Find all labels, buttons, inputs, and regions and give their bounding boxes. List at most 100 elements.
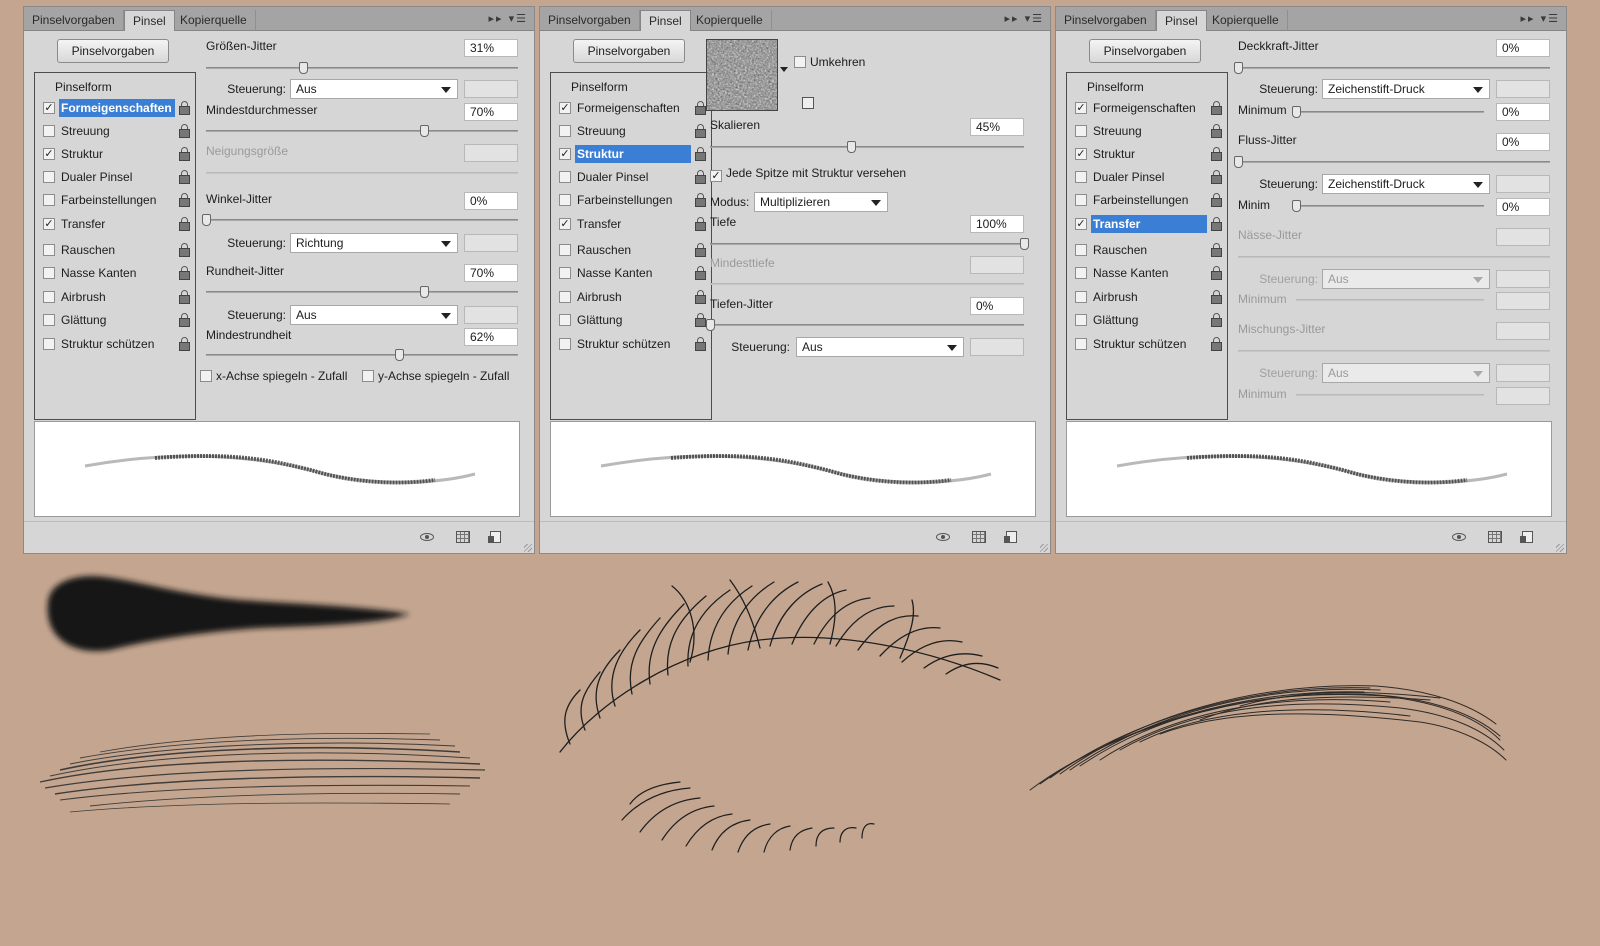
list-item-dual-brush[interactable]: Dualer Pinsel [41, 168, 191, 186]
checkbox[interactable] [43, 171, 55, 183]
list-item-protect-texture[interactable]: Struktur schützen [41, 335, 191, 353]
grid-icon[interactable] [456, 531, 470, 543]
tab-clone-source[interactable]: Kopierquelle [1204, 10, 1288, 31]
checkbox[interactable] [559, 244, 571, 256]
tab-brush[interactable]: Pinsel [124, 10, 175, 31]
lock-icon[interactable] [694, 147, 707, 161]
brush-presets-button[interactable]: Pinselvorgaben [57, 39, 169, 63]
list-item-color-dynamics[interactable]: Farbeinstellungen [557, 191, 707, 209]
checkbox[interactable] [559, 194, 571, 206]
brush-presets-button[interactable]: Pinselvorgaben [1089, 39, 1201, 63]
double-arrow-menu-icon[interactable]: ▸▸ ▾☰ [489, 12, 528, 25]
tab-brush-presets[interactable]: Pinselvorgaben [1056, 10, 1156, 31]
min-diameter-value[interactable]: 70% [464, 103, 518, 121]
lock-icon[interactable] [178, 243, 191, 257]
lock-icon[interactable] [1210, 147, 1223, 161]
depth-jitter-slider[interactable] [706, 319, 1024, 331]
checkbox[interactable] [43, 194, 55, 206]
grid-icon[interactable] [972, 531, 986, 543]
list-item-shape-dynamics[interactable]: ✓ Formeigenschaften [41, 99, 191, 117]
control-dropdown[interactable]: Zeichenstift-Druck [1322, 79, 1490, 99]
new-preset-icon[interactable] [1520, 531, 1536, 545]
control-dropdown[interactable]: Aus [290, 79, 458, 99]
min-diameter-slider[interactable] [206, 125, 518, 137]
new-preset-icon[interactable] [488, 531, 504, 545]
list-item-wet-edges[interactable]: Nasse Kanten [557, 264, 707, 282]
control-dropdown[interactable]: Zeichenstift-Druck [1322, 174, 1490, 194]
slider-thumb[interactable] [395, 349, 405, 361]
lock-icon[interactable] [178, 147, 191, 161]
checkbox[interactable] [43, 291, 55, 303]
lock-icon[interactable] [1210, 193, 1223, 207]
list-item-texture[interactable]: ✓ Struktur [557, 145, 707, 163]
checkbox[interactable] [1075, 338, 1087, 350]
grid-icon[interactable] [1488, 531, 1502, 543]
list-item-airbrush[interactable]: Airbrush [1073, 288, 1223, 306]
lock-icon[interactable] [1210, 170, 1223, 184]
control-dropdown[interactable]: Richtung [290, 233, 458, 253]
eye-brush-icon[interactable] [1452, 531, 1468, 545]
list-item-noise[interactable]: Rauschen [1073, 241, 1223, 259]
slider-thumb[interactable] [420, 125, 430, 137]
minimum-slider[interactable] [1292, 106, 1484, 118]
depth-value[interactable]: 100% [970, 215, 1024, 233]
list-item-transfer[interactable]: ✓ Transfer [1073, 215, 1223, 233]
list-item-smoothing[interactable]: Glättung [41, 311, 191, 329]
lock-icon[interactable] [178, 193, 191, 207]
checkbox[interactable] [559, 171, 571, 183]
roundness-jitter-slider[interactable] [206, 286, 518, 298]
list-item-protect-texture[interactable]: Struktur schützen [557, 335, 707, 353]
checkbox[interactable] [1075, 171, 1087, 183]
lock-icon[interactable] [694, 243, 707, 257]
lock-icon[interactable] [178, 101, 191, 115]
lock-icon[interactable] [694, 170, 707, 184]
texture-pattern-swatch[interactable] [706, 39, 778, 111]
lock-icon[interactable] [178, 266, 191, 280]
checkbox[interactable] [559, 125, 571, 137]
checkbox[interactable] [559, 314, 571, 326]
scale-slider[interactable] [710, 141, 1024, 153]
tab-brush[interactable]: Pinsel [640, 10, 691, 31]
slider-thumb[interactable] [706, 319, 715, 331]
size-jitter-slider[interactable] [206, 62, 518, 74]
min-roundness-slider[interactable] [206, 349, 518, 361]
flip-y-checkbox[interactable]: y-Achse spiegeln - Zufall [362, 369, 509, 383]
checkbox[interactable] [559, 338, 571, 350]
checkbox[interactable] [1075, 244, 1087, 256]
list-item-transfer[interactable]: ✓ Transfer [41, 215, 191, 233]
list-item-texture[interactable]: ✓ Struktur [41, 145, 191, 163]
opacity-jitter-value[interactable]: 0% [1496, 39, 1550, 57]
depth-jitter-value[interactable]: 0% [970, 297, 1024, 315]
brush-tip-shape-header[interactable]: Pinselform [55, 80, 112, 94]
lock-icon[interactable] [178, 313, 191, 327]
double-arrow-menu-icon[interactable]: ▸▸ ▾☰ [1005, 12, 1044, 25]
brush-presets-button[interactable]: Pinselvorgaben [573, 39, 685, 63]
slider-thumb[interactable] [1234, 156, 1243, 168]
list-item-smoothing[interactable]: Glättung [557, 311, 707, 329]
brush-tip-shape-header[interactable]: Pinselform [571, 80, 628, 94]
slider-thumb[interactable] [298, 62, 308, 74]
checkbox[interactable] [43, 244, 55, 256]
tab-brush[interactable]: Pinsel [1156, 10, 1207, 31]
texture-each-tip-checkbox[interactable]: ✓ Jede Spitze mit Struktur versehen [710, 166, 906, 182]
list-item-scattering[interactable]: Streuung [557, 122, 707, 140]
checkbox-checked[interactable]: ✓ [1075, 148, 1087, 160]
eye-brush-icon[interactable] [420, 531, 436, 545]
lock-icon[interactable] [178, 170, 191, 184]
lock-icon[interactable] [1210, 266, 1223, 280]
lock-icon[interactable] [694, 217, 707, 231]
new-pattern-icon[interactable] [802, 97, 814, 109]
lock-icon[interactable] [178, 124, 191, 138]
resize-handle[interactable] [1556, 544, 1564, 552]
mode-dropdown[interactable]: Multiplizieren [754, 192, 888, 212]
lock-icon[interactable] [1210, 243, 1223, 257]
angle-jitter-value[interactable]: 0% [464, 192, 518, 210]
checkbox[interactable] [559, 267, 571, 279]
slider-thumb[interactable] [847, 141, 857, 153]
lock-icon[interactable] [178, 217, 191, 231]
list-item-airbrush[interactable]: Airbrush [557, 288, 707, 306]
list-item-wet-edges[interactable]: Nasse Kanten [41, 264, 191, 282]
angle-jitter-slider[interactable] [202, 214, 518, 226]
lock-icon[interactable] [694, 124, 707, 138]
slider-thumb[interactable] [420, 286, 430, 298]
